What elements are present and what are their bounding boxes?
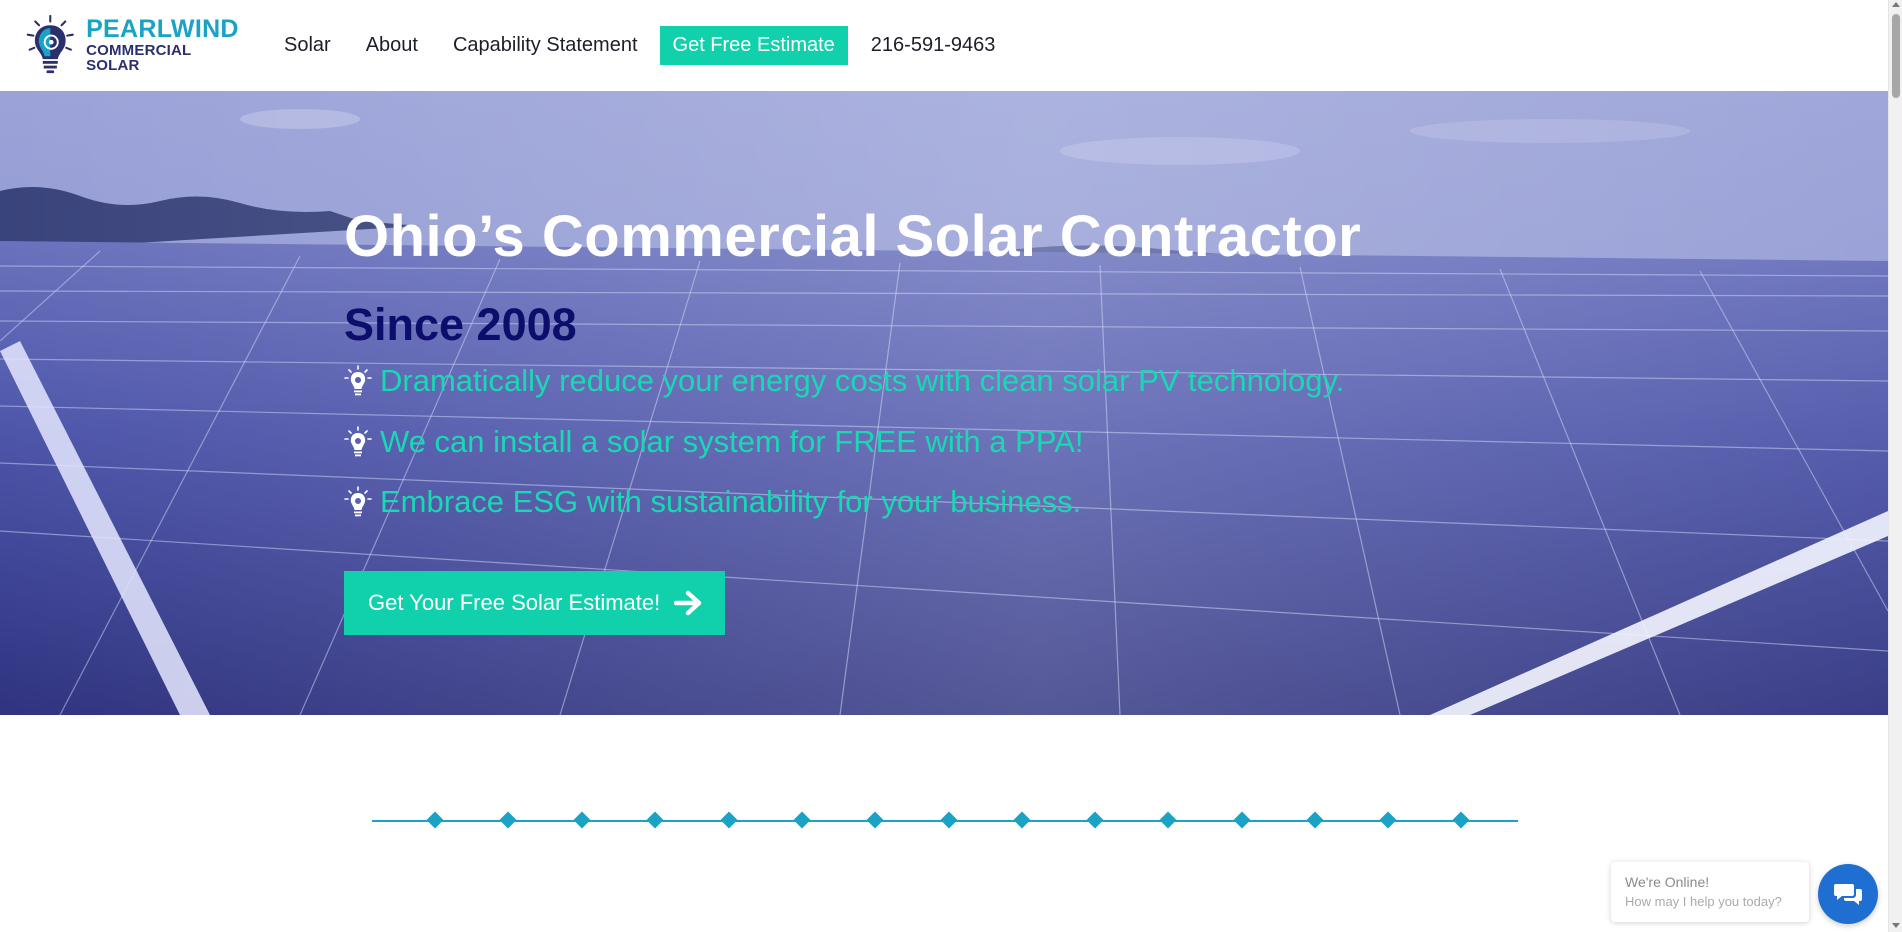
hero-section: Ohio’s Commercial Solar Contractor Since… bbox=[0, 91, 1888, 715]
site-logo[interactable]: PEARLWIND COMMERCIAL SOLAR bbox=[24, 12, 239, 78]
lightbulb-icon bbox=[344, 426, 372, 457]
hero-button-label: Get Your Free Solar Estimate! bbox=[368, 590, 661, 615]
diamond-divider bbox=[372, 811, 1518, 829]
site-header: PEARLWIND COMMERCIAL SOLAR Solar About C… bbox=[0, 0, 1888, 91]
hero-bullet: We can install a solar system for FREE w… bbox=[344, 424, 1083, 460]
logo-text: PEARLWIND COMMERCIAL SOLAR bbox=[86, 15, 239, 74]
scroll-down-arrow-icon[interactable] bbox=[1892, 923, 1900, 928]
nav-link-capability-statement[interactable]: Capability Statement bbox=[453, 34, 638, 57]
nav-link-solar[interactable]: Solar bbox=[284, 34, 331, 57]
phone-link[interactable]: 216-591-9463 bbox=[871, 34, 996, 57]
hero-bullet: Embrace ESG with sustainability for your… bbox=[344, 484, 1081, 520]
get-free-solar-estimate-button[interactable]: Get Your Free Solar Estimate! bbox=[344, 571, 725, 635]
hero-title: Ohio’s Commercial Solar Contractor bbox=[344, 204, 1362, 269]
lightbulb-logo-icon bbox=[26, 14, 74, 74]
hero-subtitle: Since 2008 bbox=[344, 299, 577, 350]
chat-icon bbox=[1834, 884, 1862, 905]
lightbulb-icon bbox=[344, 486, 372, 517]
main-nav: Solar About Capability Statement Get Fre… bbox=[284, 25, 995, 65]
chat-open-button[interactable] bbox=[1818, 864, 1878, 924]
page-scrollbar[interactable] bbox=[1888, 0, 1902, 932]
hero-bullet-text: We can install a solar system for FREE w… bbox=[380, 424, 1084, 459]
get-free-estimate-button[interactable]: Get Free Estimate bbox=[659, 25, 848, 65]
hero-bullet-text: Embrace ESG with sustainability for your… bbox=[380, 484, 1082, 519]
lightbulb-icon bbox=[344, 365, 372, 396]
hero-bullet: Dramatically reduce your energy costs wi… bbox=[344, 363, 1344, 399]
logo-name-line2: COMMERCIAL SOLAR bbox=[86, 42, 192, 74]
hero-content: Ohio’s Commercial Solar Contractor Since… bbox=[344, 91, 1544, 715]
hero-bullet-text: Dramatically reduce your energy costs wi… bbox=[380, 363, 1345, 398]
chat-status-text: We're Online! bbox=[1625, 874, 1710, 890]
chat-prompt-text: How may I help you today? bbox=[1625, 894, 1782, 909]
scrollbar-thumb[interactable] bbox=[1892, 14, 1900, 98]
logo-name-line1: PEARLWIND bbox=[86, 15, 239, 43]
nav-link-about[interactable]: About bbox=[366, 34, 418, 57]
scroll-up-arrow-icon[interactable] bbox=[1892, 2, 1900, 7]
arrow-right-icon bbox=[674, 590, 702, 616]
chat-greeting-bubble[interactable]: We're Online! How may I help you today? bbox=[1611, 862, 1809, 922]
